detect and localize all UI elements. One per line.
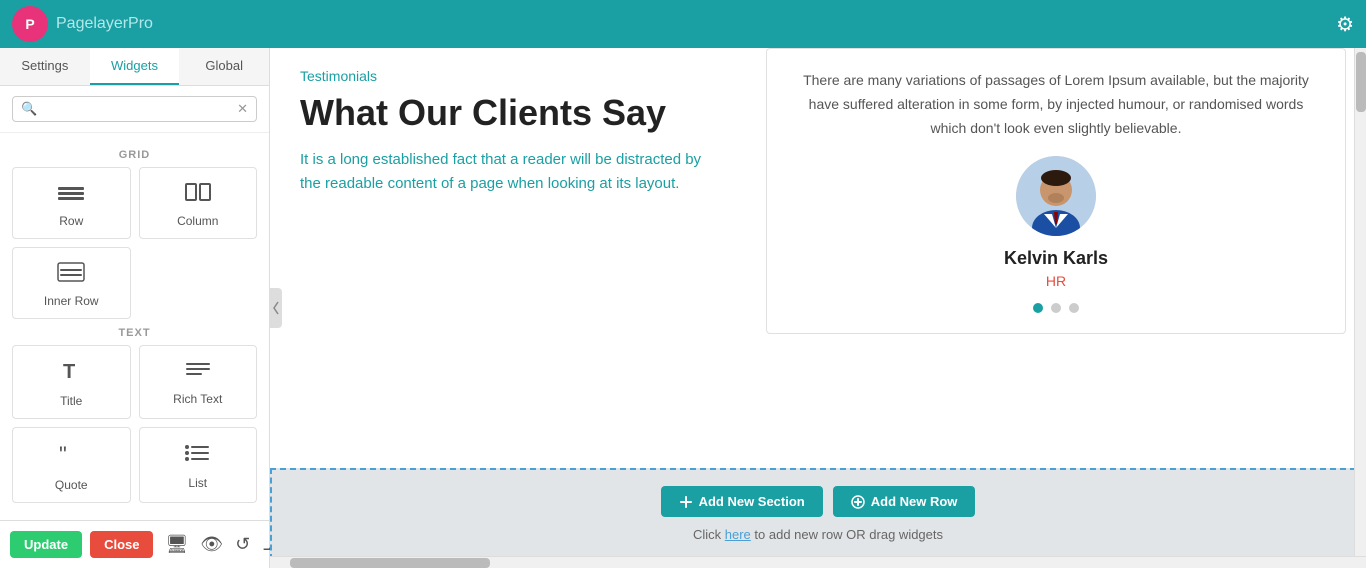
- rich-text-label: Rich Text: [173, 392, 222, 406]
- close-icon[interactable]: ✕: [237, 101, 248, 117]
- testimonial-role: HR: [797, 273, 1315, 289]
- grid-widget-grid: Row Column Inner Row: [12, 167, 257, 319]
- widget-quote[interactable]: " Quote: [12, 427, 131, 503]
- svg-text:T: T: [63, 361, 75, 382]
- widget-rich-text[interactable]: Rich Text: [139, 345, 258, 419]
- widget-row[interactable]: Row: [12, 167, 131, 239]
- logo-icon: P: [12, 6, 48, 42]
- inner-row-label: Inner Row: [44, 294, 99, 308]
- close-button[interactable]: Close: [90, 531, 153, 558]
- widget-column[interactable]: Column: [139, 167, 258, 239]
- column-icon: [184, 182, 212, 208]
- bottom-scrollbar[interactable]: [270, 556, 1366, 568]
- search-box: 🔍 ✕: [12, 96, 257, 122]
- search-icon: 🔍: [21, 101, 37, 117]
- testimonial-card: There are many variations of passages of…: [766, 48, 1346, 334]
- page-wrapper: Testimonials What Our Clients Say It is …: [270, 48, 1366, 468]
- rich-text-icon: [184, 360, 212, 386]
- svg-text:": ": [59, 442, 67, 466]
- testimonials-heading: What Our Clients Say: [300, 92, 733, 134]
- list-label: List: [188, 476, 207, 490]
- inner-row-icon: [57, 262, 85, 288]
- canvas-content: Testimonials What Our Clients Say It is …: [270, 48, 1366, 556]
- here-link[interactable]: here: [725, 527, 751, 542]
- search-input[interactable]: [37, 102, 237, 117]
- title-icon: T: [59, 360, 83, 388]
- list-icon: [184, 442, 212, 470]
- text-widget-grid: T Title Rich Text " Quote: [12, 345, 257, 503]
- quote-icon: ": [57, 442, 85, 472]
- testimonial-body: There are many variations of passages of…: [797, 69, 1315, 140]
- column-label: Column: [177, 214, 218, 228]
- eye-icon[interactable]: 👁: [200, 534, 223, 555]
- bottom-bar: Update Close 🖥 👁 ↺ ⎇: [0, 520, 269, 568]
- widget-list[interactable]: List: [139, 427, 258, 503]
- sidebar-tabs: Settings Widgets Global: [0, 48, 269, 86]
- testimonials-right: There are many variations of passages of…: [763, 48, 1366, 216]
- dot-2[interactable]: [1051, 303, 1061, 313]
- sidebar-search: 🔍 ✕: [0, 86, 269, 133]
- add-new-row-button[interactable]: Add New Row: [833, 486, 976, 517]
- tab-settings[interactable]: Settings: [0, 48, 90, 85]
- collapse-handle[interactable]: [270, 288, 282, 328]
- row-label: Row: [59, 214, 83, 228]
- sidebar-content: GRID Row Column: [0, 133, 269, 520]
- add-hint: Click here to add new row OR drag widget…: [693, 527, 943, 542]
- grid-section-label: GRID: [12, 149, 257, 161]
- gear-icon[interactable]: ⚙: [1336, 12, 1354, 37]
- dot-3[interactable]: [1069, 303, 1079, 313]
- sidebar: Settings Widgets Global 🔍 ✕ GRID: [0, 48, 270, 568]
- add-new-section-area: Add New Section Add New Row Click here t…: [270, 468, 1366, 556]
- header: P PagelayerPro ⚙: [0, 0, 1366, 48]
- tab-widgets[interactable]: Widgets: [90, 48, 180, 85]
- history-icon[interactable]: ↺: [235, 534, 250, 555]
- svg-text:P: P: [25, 16, 34, 32]
- testimonials-label: Testimonials: [300, 68, 733, 84]
- page-inner: Testimonials What Our Clients Say It is …: [270, 48, 1366, 216]
- widget-inner-row[interactable]: Inner Row: [12, 247, 131, 319]
- testimonial-name: Kelvin Karls: [797, 248, 1315, 269]
- dot-1[interactable]: [1033, 303, 1043, 313]
- bottom-scroll-thumb: [290, 558, 490, 568]
- testimonials-subtext: It is a long established fact that a rea…: [300, 148, 720, 196]
- update-button[interactable]: Update: [10, 531, 82, 558]
- add-new-section-button[interactable]: Add New Section: [661, 486, 823, 517]
- testimonials-left: Testimonials What Our Clients Say It is …: [270, 48, 763, 216]
- testimonial-dots: [797, 303, 1315, 313]
- widget-title[interactable]: T Title: [12, 345, 131, 419]
- text-section-label: TEXT: [12, 327, 257, 339]
- tab-global[interactable]: Global: [179, 48, 269, 85]
- avatar: [1016, 156, 1096, 236]
- quote-label: Quote: [55, 478, 88, 492]
- header-title: PagelayerPro: [56, 15, 153, 33]
- row-icon: [57, 182, 85, 208]
- desktop-icon[interactable]: 🖥: [165, 534, 188, 555]
- add-buttons-row: Add New Section Add New Row: [661, 486, 976, 517]
- canvas: Testimonials What Our Clients Say It is …: [270, 48, 1366, 568]
- logo: P PagelayerPro: [12, 6, 153, 42]
- right-scrollbar[interactable]: [1354, 48, 1366, 556]
- title-label: Title: [60, 394, 82, 408]
